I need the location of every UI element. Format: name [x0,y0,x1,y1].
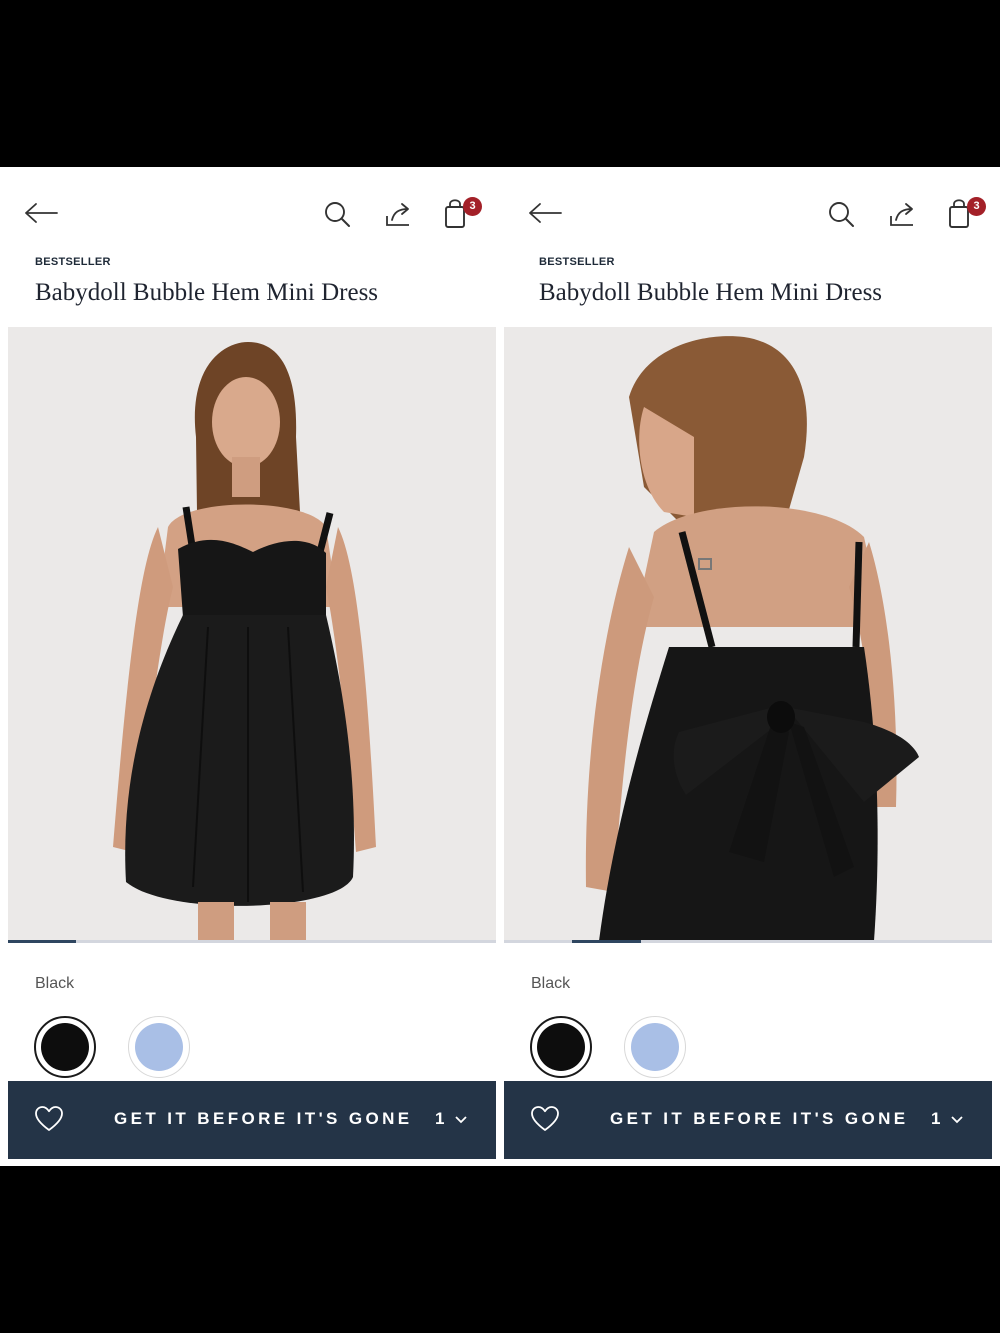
color-swatch-light-blue[interactable] [624,1016,686,1078]
heart-icon[interactable] [34,1105,64,1133]
bestseller-tag: BESTSELLER [35,256,111,268]
quantity-selector[interactable]: 1 [931,1109,940,1129]
selected-color-label: Black [531,975,571,992]
top-navigation-bar: 3 [0,167,496,247]
heart-icon[interactable] [530,1105,560,1133]
image-carousel-progress-fill [572,940,641,943]
color-swatch-fill [537,1023,585,1071]
add-to-bag-bar: GET IT BEFORE IT'S GONE 1 [504,1081,992,1159]
add-to-bag-button[interactable]: GET IT BEFORE IT'S GONE [114,1109,413,1129]
selected-color-label: Black [35,975,75,992]
product-image-front[interactable] [8,327,496,941]
search-icon[interactable] [822,197,862,231]
screenshot-collage: 3 BESTSELLER Babydoll Bubble Hem Mini Dr… [0,167,1000,1166]
chevron-down-icon[interactable] [454,1113,468,1125]
product-title: Babydoll Bubble Hem Mini Dress [35,279,379,306]
product-image-back[interactable] [504,327,992,941]
cart-count-badge: 3 [463,197,482,216]
share-icon[interactable] [378,197,418,231]
cart-count-badge: 3 [967,197,986,216]
product-screen-back: 3 BESTSELLER Babydoll Bubble Hem Mini Dr… [504,167,1000,1166]
share-icon[interactable] [882,197,922,231]
product-title: Babydoll Bubble Hem Mini Dress [539,279,883,306]
shopping-bag-icon[interactable]: 3 [940,195,992,231]
quantity-selector[interactable]: 1 [435,1109,444,1129]
color-swatch-fill [631,1023,679,1071]
arrow-left-icon[interactable] [526,197,566,229]
color-swatch-light-blue[interactable] [128,1016,190,1078]
chevron-down-icon[interactable] [950,1113,964,1125]
color-swatch-black[interactable] [34,1016,96,1078]
shopping-bag-icon[interactable]: 3 [436,195,488,231]
color-swatch-black[interactable] [530,1016,592,1078]
image-carousel-progress [8,940,496,943]
add-to-bag-button[interactable]: GET IT BEFORE IT'S GONE [610,1109,909,1129]
arrow-left-icon[interactable] [22,197,62,229]
product-screen-front: 3 BESTSELLER Babydoll Bubble Hem Mini Dr… [0,167,496,1166]
top-navigation-bar: 3 [504,167,1000,247]
image-carousel-progress [504,940,992,943]
image-carousel-progress-fill [8,940,77,943]
add-to-bag-bar: GET IT BEFORE IT'S GONE 1 [8,1081,496,1159]
bestseller-tag: BESTSELLER [539,256,615,268]
search-icon[interactable] [318,197,358,231]
color-swatch-fill [135,1023,183,1071]
color-swatch-fill [41,1023,89,1071]
